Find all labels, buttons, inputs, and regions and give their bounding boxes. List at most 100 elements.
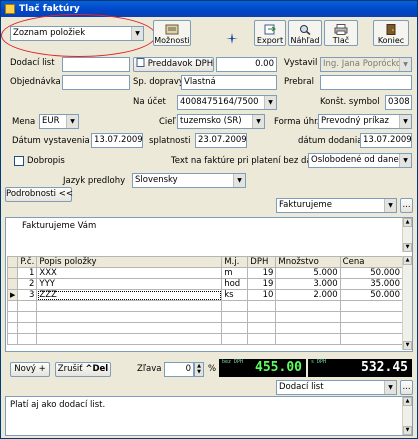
cell-unit[interactable]: hod [221, 278, 249, 290]
credit-note-label: Dobropis [27, 156, 65, 166]
column-header-vat[interactable]: DPH [247, 256, 277, 268]
chevron-down-icon[interactable]: ▼ [252, 115, 264, 128]
chevron-down-icon[interactable]: ▼ [264, 96, 276, 109]
note-memo[interactable]: Platí aj ako dodací list. ▲ ▼ [5, 396, 413, 436]
tax-exempt-text-select[interactable]: Oslobodené od dane ▼ [308, 153, 412, 168]
destination-select[interactable]: tuzemsko (SR) ▼ [177, 114, 265, 129]
chevron-down-icon[interactable]: ▼ [233, 174, 245, 187]
cell-price[interactable]: 35.000 [339, 278, 404, 290]
payment-form-select[interactable]: Prevodný príkaz ▼ [318, 114, 412, 129]
exit-button[interactable]: Koniec [373, 20, 409, 46]
due-date-field[interactable]: 23.07.2009 [195, 133, 247, 148]
table-row-empty[interactable] [6, 333, 404, 345]
cell-vat[interactable]: 19 [247, 278, 277, 290]
scroll-up-icon[interactable]: ▲ [403, 256, 412, 265]
cell-vat[interactable]: 19 [247, 267, 277, 279]
advance-vat-field[interactable]: 0.00 [216, 57, 277, 72]
cell-price[interactable]: 50.000 [339, 289, 404, 301]
chevron-down-icon[interactable]: ▼ [66, 115, 78, 128]
row-indicator[interactable] [6, 267, 19, 279]
intro-text-more-button[interactable]: ... [400, 198, 413, 213]
column-header-description[interactable]: Popis položky [36, 256, 223, 268]
chevron-down-icon[interactable]: ▼ [399, 58, 411, 71]
issued-by-label: Vystavil [284, 58, 318, 68]
chevron-down-icon[interactable]: ▼ [399, 154, 411, 167]
cell-pc[interactable]: 1 [17, 267, 38, 279]
note-more-button[interactable]: ... [400, 380, 413, 395]
discount-spinner[interactable]: ▲ ▼ [194, 362, 204, 377]
chevron-down-icon[interactable]: ▼ [384, 381, 396, 394]
column-header-price[interactable]: Cena [339, 256, 404, 268]
row-indicator[interactable] [6, 278, 19, 290]
total-with-vat-display: s DPH 532.45 [308, 359, 412, 377]
cell-description[interactable]: XXX [36, 267, 223, 279]
table-scrollbar[interactable]: ▲ ▼ [402, 256, 412, 350]
print-button[interactable]: Tlač [324, 20, 358, 46]
issue-date-field[interactable]: 13.07.2009 [91, 133, 143, 148]
tax-exempt-text-value: Oslobodené od dane [311, 155, 399, 165]
table-row[interactable]: 1 XXX m 19 5.000 50.000 [6, 267, 404, 279]
delete-item-button[interactable]: Zrušiť ^Del [55, 362, 111, 377]
cell-unit[interactable]: ks [221, 289, 249, 301]
scroll-down-icon[interactable]: ▼ [403, 243, 412, 252]
issued-by-select[interactable]: Ing. Jana Poprócková ▼ [320, 57, 412, 72]
new-item-button[interactable]: Nový + [10, 362, 50, 377]
current-row-arrow-icon[interactable]: ▶ [6, 289, 19, 301]
column-header-quantity[interactable]: Množstvo [275, 256, 341, 268]
advance-vat-label: Preddavok DPH [147, 59, 214, 69]
chevron-down-icon[interactable]: ▼ [399, 115, 411, 128]
intro-scrollbar[interactable]: ▲ ▼ [402, 218, 412, 252]
received-by-field[interactable] [320, 75, 412, 90]
preview-button[interactable]: Náhľad [288, 20, 322, 46]
intro-text[interactable]: Fakturujeme Vám [22, 221, 96, 232]
scroll-up-icon[interactable]: ▲ [403, 218, 412, 227]
table-row[interactable]: ▶ 3 ZZZ ks 10 2.000 50.000 [6, 289, 404, 301]
template-language-select[interactable]: Slovensky ▼ [132, 173, 246, 188]
delivery-date-field[interactable]: 13.07.2009 [360, 133, 412, 148]
note-select[interactable]: Dodací list ▼ [276, 380, 397, 395]
delivery-note-field[interactable] [62, 57, 130, 72]
options-icon [165, 24, 179, 35]
transport-method-label: Sp. dopravy [133, 77, 184, 87]
advance-vat-button[interactable]: Preddavok DPH [133, 57, 214, 72]
intro-text-select[interactable]: Fakturujeme ▼ [276, 198, 397, 213]
due-date-label: splatnosti [149, 136, 191, 146]
account-label: Na účet [133, 97, 166, 107]
table-row-empty[interactable] [6, 300, 404, 312]
cell-pc[interactable]: 2 [17, 278, 38, 290]
table-row-empty[interactable] [6, 311, 404, 323]
options-button[interactable]: Možnosti [153, 20, 191, 46]
cell-vat[interactable]: 10 [247, 289, 277, 301]
transport-method-field[interactable]: Vlastná [181, 75, 277, 90]
cell-description[interactable]: YYY [36, 278, 223, 290]
discount-field[interactable]: 0 [164, 362, 194, 377]
chevron-down-icon[interactable]: ▼ [384, 199, 396, 212]
sparkle-button[interactable] [223, 20, 241, 46]
table-row-empty[interactable] [6, 322, 404, 334]
table-row[interactable]: 2 YYY hod 19 3.000 35.000 [6, 278, 404, 290]
order-field[interactable] [62, 75, 130, 90]
column-header-unit[interactable]: M.j. [221, 256, 249, 268]
column-header-pc[interactable]: P.č. [17, 256, 38, 268]
currency-select[interactable]: EUR ▼ [39, 114, 79, 129]
cell-quantity[interactable]: 5.000 [275, 267, 341, 279]
constant-symbol-field[interactable]: 0308 [385, 95, 412, 110]
highlight-oval [1, 14, 156, 57]
cell-quantity[interactable]: 2.000 [275, 289, 341, 301]
scroll-up-icon[interactable]: ▲ [403, 397, 412, 406]
cell-price[interactable]: 50.000 [339, 267, 404, 279]
note-select-value: Dodací list [279, 382, 324, 392]
cell-description[interactable]: ZZZ [36, 289, 223, 301]
items-panel: Fakturujeme Vám ▲ ▼ P.č. Popis položky M… [5, 217, 413, 352]
scroll-down-icon[interactable]: ▼ [403, 341, 412, 350]
scroll-down-icon[interactable]: ▼ [403, 426, 412, 435]
note-scrollbar[interactable]: ▲ ▼ [402, 397, 412, 435]
export-button[interactable]: Export [254, 20, 286, 46]
cell-pc[interactable]: 3 [17, 289, 38, 301]
credit-note-checkbox[interactable] [14, 156, 24, 166]
details-toggle-button[interactable]: Podrobnosti << [5, 187, 73, 202]
constant-symbol-label: Konšt. symbol [320, 97, 380, 107]
cell-unit[interactable]: m [221, 267, 249, 279]
cell-quantity[interactable]: 3.000 [275, 278, 341, 290]
account-select[interactable]: 4008475164/7500 ▼ [177, 95, 277, 110]
